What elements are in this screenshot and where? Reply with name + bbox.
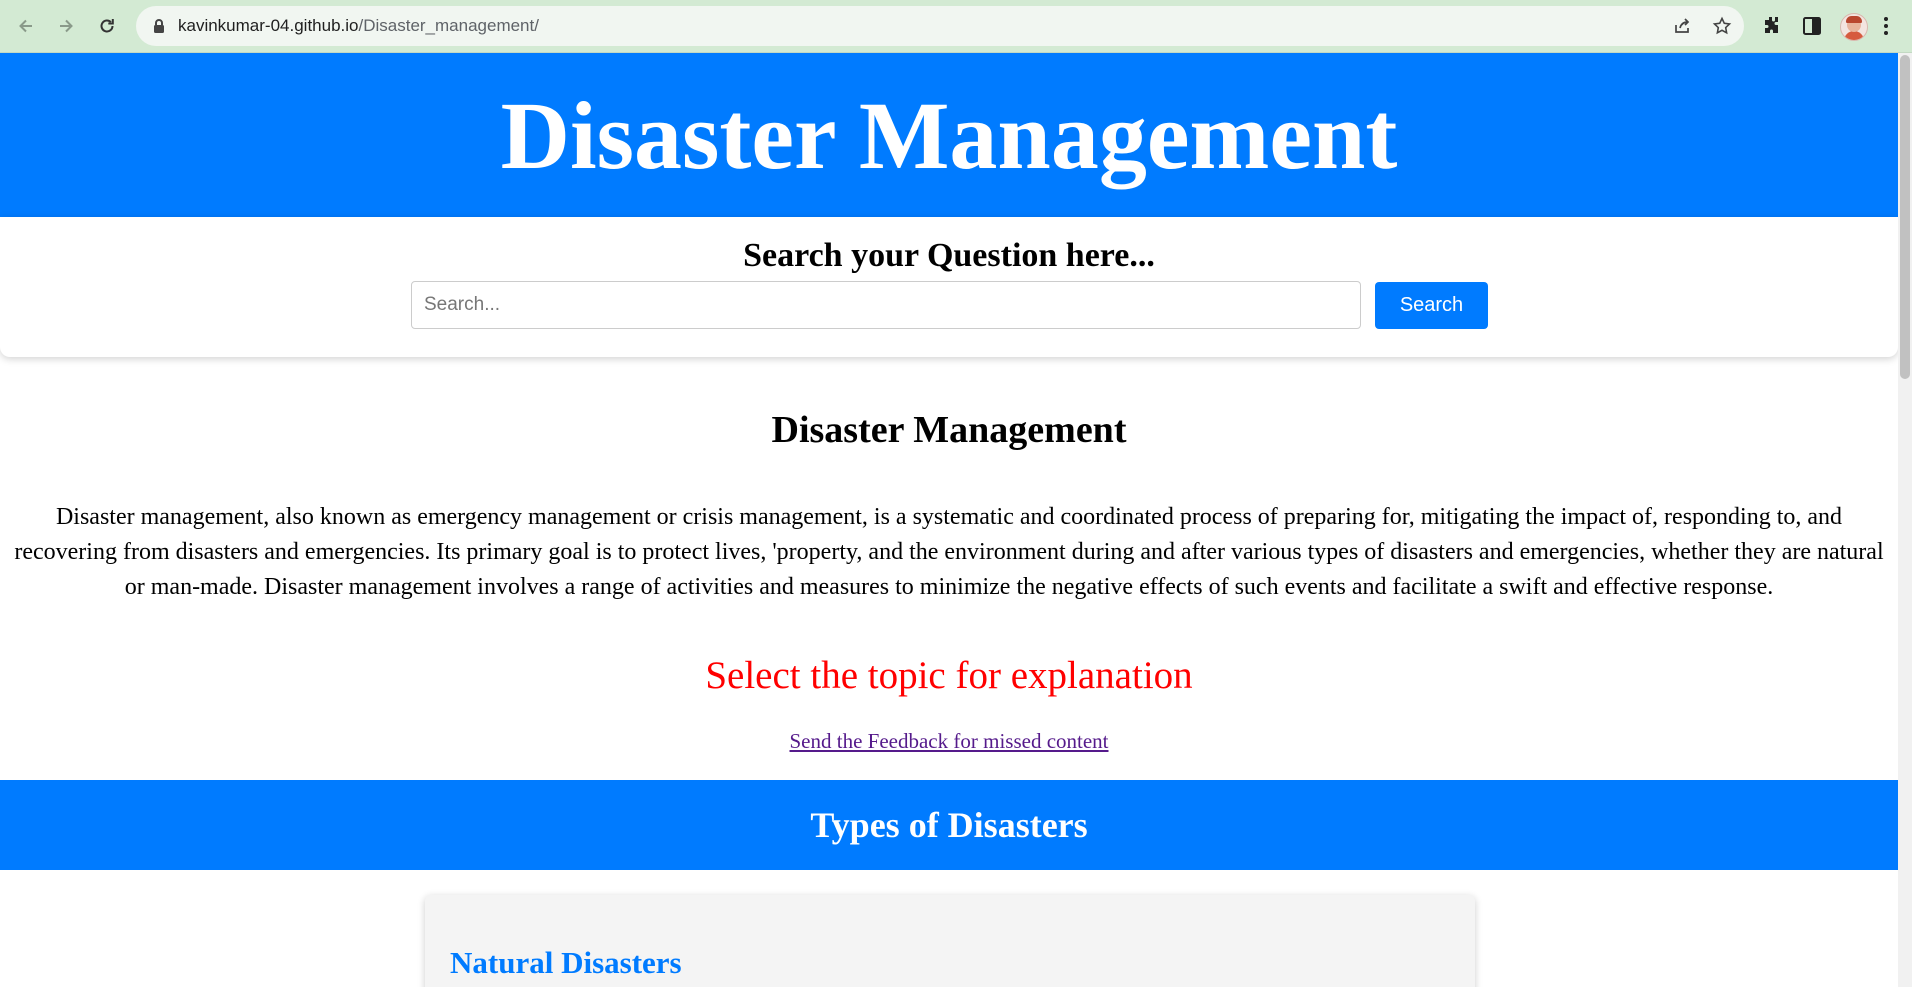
feedback-link[interactable]: Send the Feedback for missed content xyxy=(790,729,1109,753)
page-scrollbar[interactable] xyxy=(1898,53,1912,987)
arrow-left-icon xyxy=(19,19,32,33)
search-section: Search your Question here... Search xyxy=(0,217,1898,357)
types-heading: Types of Disasters xyxy=(810,805,1088,845)
search-input[interactable] xyxy=(411,281,1361,329)
url-text[interactable]: kavinkumar-04.github.io/Disaster_managem… xyxy=(178,6,539,46)
intro-paragraph: Disaster management, also known as emerg… xyxy=(14,504,1884,600)
profile-avatar[interactable] xyxy=(1840,13,1868,41)
topic-prompt: Select the topic for explanation xyxy=(705,654,1193,697)
reload-icon xyxy=(100,19,114,33)
page-content: Disaster Management Search your Question… xyxy=(0,53,1898,987)
url-host: kavinkumar-04.github.io xyxy=(178,16,359,35)
more-menu-icon[interactable] xyxy=(1880,14,1892,38)
scrollbar-thumb[interactable] xyxy=(1900,55,1910,379)
back-button[interactable] xyxy=(10,10,42,42)
feedback-link-wrapper: Send the Feedback for missed content xyxy=(0,729,1898,754)
types-of-disasters-section: Types of Disasters xyxy=(0,780,1898,870)
site-title: Disaster Management xyxy=(500,82,1398,189)
card-title: Natural Disasters xyxy=(450,945,682,980)
avatar-body xyxy=(1844,31,1864,40)
search-heading: Search your Question here... xyxy=(743,237,1155,274)
natural-disasters-card[interactable]: Natural Disasters xyxy=(425,895,1475,987)
reload-button[interactable] xyxy=(91,10,123,42)
side-panel-icon[interactable] xyxy=(1800,14,1824,38)
star-icon[interactable] xyxy=(1712,16,1732,36)
search-button[interactable]: Search xyxy=(1375,282,1488,329)
avatar-hair xyxy=(1846,16,1862,23)
arrow-right-icon xyxy=(60,19,73,33)
address-bar[interactable]: kavinkumar-04.github.io/Disaster_managem… xyxy=(136,6,1744,46)
site-header: Disaster Management xyxy=(0,53,1898,218)
lock-icon xyxy=(154,19,164,33)
browser-toolbar: kavinkumar-04.github.io/Disaster_managem… xyxy=(0,0,1912,53)
url-path: /Disaster_management/ xyxy=(358,16,539,35)
share-icon[interactable] xyxy=(1672,16,1692,36)
intro-heading: Disaster Management xyxy=(771,409,1127,451)
forward-button[interactable] xyxy=(50,10,82,42)
extensions-puzzle-icon[interactable] xyxy=(1760,14,1784,38)
